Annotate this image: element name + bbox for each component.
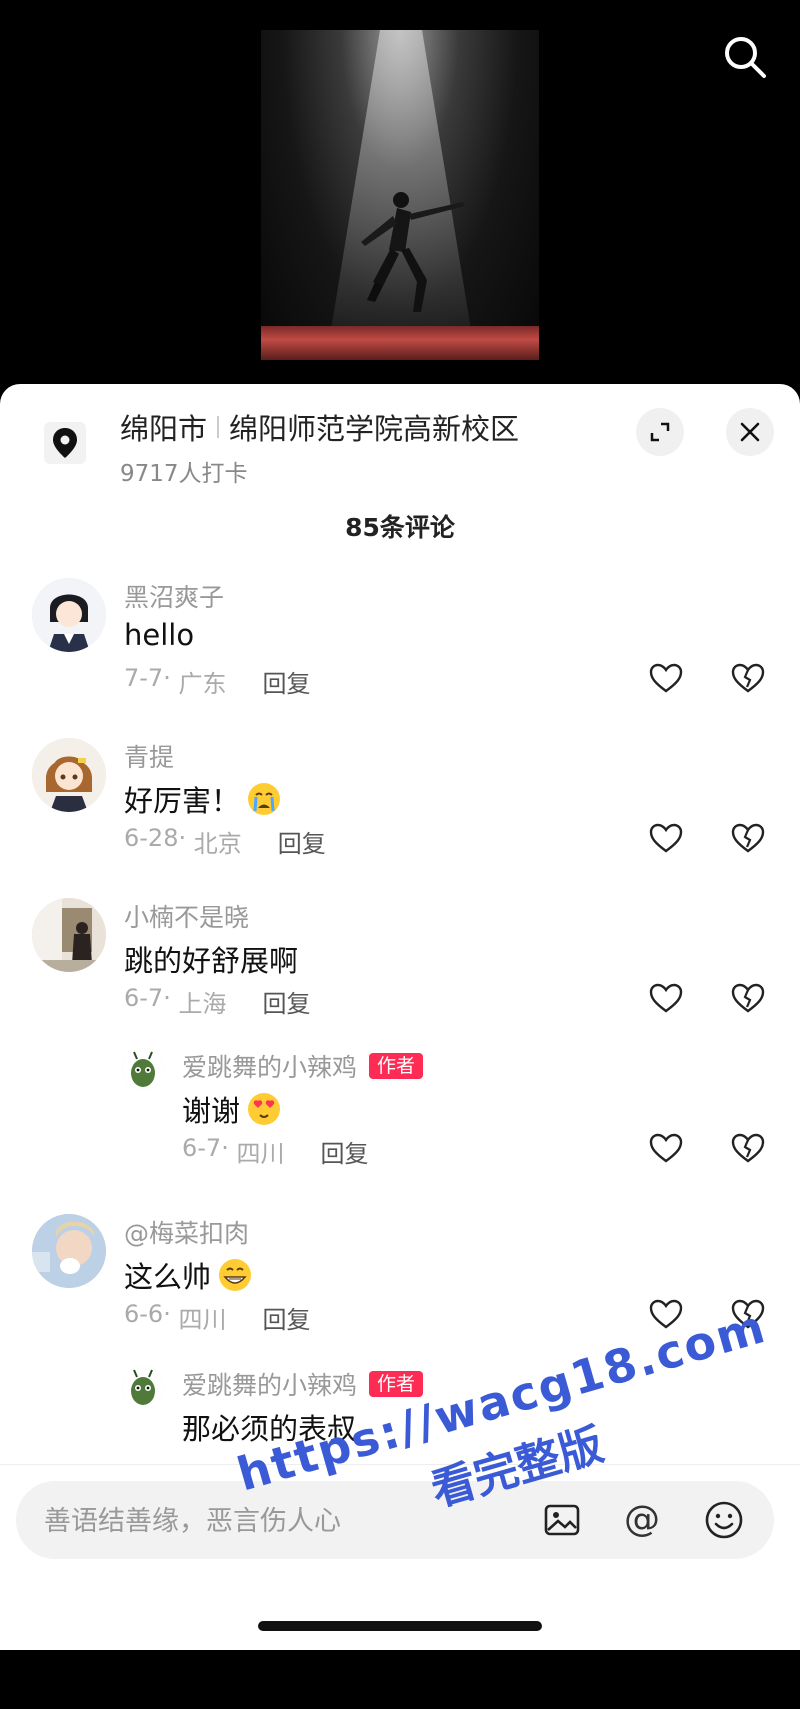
dancer-figure — [361, 192, 465, 312]
like-button[interactable] — [646, 658, 686, 698]
comment-text: 好厉害！ — [124, 778, 282, 820]
comment-meta: 6-7 · 四川 回复 — [182, 1134, 369, 1169]
image-icon — [544, 1504, 580, 1536]
heart-icon — [649, 1299, 683, 1329]
home-indicator[interactable] — [258, 1621, 542, 1631]
dislike-button[interactable] — [728, 818, 768, 858]
heart-eyes-emoji — [248, 1093, 281, 1125]
comment-meta: 6-7 · 上海 回复 — [124, 984, 311, 1019]
comment-input-box[interactable]: @ — [16, 1481, 774, 1561]
comment-meta: 6-28 · 北京 回复 — [124, 824, 326, 859]
comment-count: 85条评论 — [345, 513, 455, 542]
like-button[interactable] — [646, 978, 686, 1018]
avatar-image — [32, 738, 106, 812]
avatar-image — [32, 898, 106, 972]
avatar-image — [32, 578, 106, 652]
avatar[interactable] — [32, 898, 106, 972]
comment-text: 谢谢 — [182, 1088, 282, 1130]
author-badge: 作者 — [369, 1053, 424, 1079]
comment-item: 黑沼爽子 hello 7-7 · 广东 回复 — [0, 578, 800, 708]
reply-button[interactable]: 回复 — [262, 984, 310, 1019]
comment-item: @梅菜扣肉 这么帅 6-6 · 四川 回复 — [0, 1214, 800, 1344]
comment-text: 这么帅 — [124, 1254, 253, 1296]
comments-sheet: 绵阳市 绵阳师范学院高新校区 9717人打卡 85条评论 黑沼爽子 hello … — [0, 384, 800, 1649]
emoji-button[interactable] — [704, 1500, 744, 1540]
location-pin-box — [44, 422, 86, 464]
comment-username[interactable]: 爱跳舞的小辣鸡 作者 — [182, 1366, 424, 1402]
at-icon: @ — [624, 1499, 660, 1540]
broken-heart-icon — [731, 1299, 765, 1329]
broken-heart-icon — [731, 983, 765, 1013]
comment-meta: 6-6 · 四川 回复 — [124, 1300, 311, 1335]
reply-button[interactable]: 回复 — [262, 1300, 310, 1335]
comment-meta: 7-7 · 广东 回复 — [124, 664, 311, 699]
broken-heart-icon — [731, 663, 765, 693]
location-header[interactable]: 绵阳市 绵阳师范学院高新校区 9717人打卡 — [0, 384, 800, 494]
comment-input[interactable] — [42, 1481, 526, 1561]
comment-input-bar: @ — [0, 1464, 800, 1650]
dislike-button[interactable] — [728, 658, 768, 698]
at-button[interactable]: @ — [622, 1500, 662, 1540]
location-pin-icon — [53, 428, 77, 458]
video-player[interactable] — [0, 0, 800, 400]
reply-button[interactable]: 回复 — [278, 824, 326, 859]
close-button[interactable] — [726, 408, 774, 456]
comment-item: 青提 好厉害！ 6-28 · 北京 回复 — [0, 738, 800, 868]
avatar[interactable] — [32, 578, 106, 652]
comment-item: 小楠不是晓 跳的好舒展啊 6-7 · 上海 回复 — [0, 898, 800, 1028]
like-button[interactable] — [646, 1294, 686, 1334]
comment-username[interactable]: 黑沼爽子 — [124, 578, 224, 614]
avatar-image — [32, 1214, 106, 1288]
close-icon — [740, 422, 760, 442]
dislike-button[interactable] — [728, 1128, 768, 1168]
stage-floor — [261, 326, 539, 360]
comment-username[interactable]: @梅菜扣肉 — [124, 1214, 249, 1250]
location-title[interactable]: 绵阳市 绵阳师范学院高新校区 — [120, 406, 519, 448]
dislike-button[interactable] — [728, 978, 768, 1018]
heart-icon — [649, 1133, 683, 1163]
heart-icon — [649, 823, 683, 853]
comment-username[interactable]: 爱跳舞的小辣鸡 作者 — [182, 1048, 424, 1084]
broken-heart-icon — [731, 1133, 765, 1163]
comment-text: 那必须的表叔 — [182, 1412, 357, 1446]
crying-emoji — [248, 783, 281, 815]
video-frame — [261, 30, 539, 360]
location-divider — [217, 416, 220, 438]
heart-icon — [649, 663, 683, 693]
image-button[interactable] — [542, 1500, 582, 1540]
location-place: 绵阳师范学院高新校区 — [229, 412, 520, 446]
expand-button[interactable] — [636, 408, 684, 456]
search-icon — [725, 37, 766, 78]
reply-item: 爱跳舞的小辣鸡 作者 谢谢 6-7 · 四川 回复 — [0, 1048, 800, 1178]
avatar[interactable] — [122, 1048, 164, 1090]
avatar-image — [122, 1366, 164, 1408]
broken-heart-icon — [731, 823, 765, 853]
avatar[interactable] — [122, 1366, 164, 1408]
expand-icon — [650, 422, 670, 442]
comment-text: hello — [124, 618, 195, 652]
like-button[interactable] — [646, 1128, 686, 1168]
comment-username[interactable]: 青提 — [124, 738, 174, 774]
dislike-button[interactable] — [728, 1294, 768, 1334]
like-button[interactable] — [646, 818, 686, 858]
comment-username[interactable]: 小楠不是晓 — [124, 898, 249, 934]
comment-text: 跳的好舒展啊 — [124, 944, 299, 978]
emoji-icon — [705, 1501, 743, 1539]
avatar-image — [122, 1048, 164, 1090]
avatar[interactable] — [32, 1214, 106, 1288]
location-city: 绵阳市 — [120, 412, 208, 446]
grinning-emoji — [219, 1259, 252, 1291]
location-checkins: 9717人打卡 — [120, 461, 248, 487]
reply-button[interactable]: 回复 — [320, 1134, 368, 1169]
search-button[interactable] — [720, 32, 770, 82]
avatar[interactable] — [32, 738, 106, 812]
author-badge: 作者 — [369, 1371, 424, 1397]
reply-button[interactable]: 回复 — [262, 664, 310, 699]
heart-icon — [649, 983, 683, 1013]
reply-item: 爱跳舞的小辣鸡 作者 那必须的表叔 — [0, 1366, 800, 1466]
